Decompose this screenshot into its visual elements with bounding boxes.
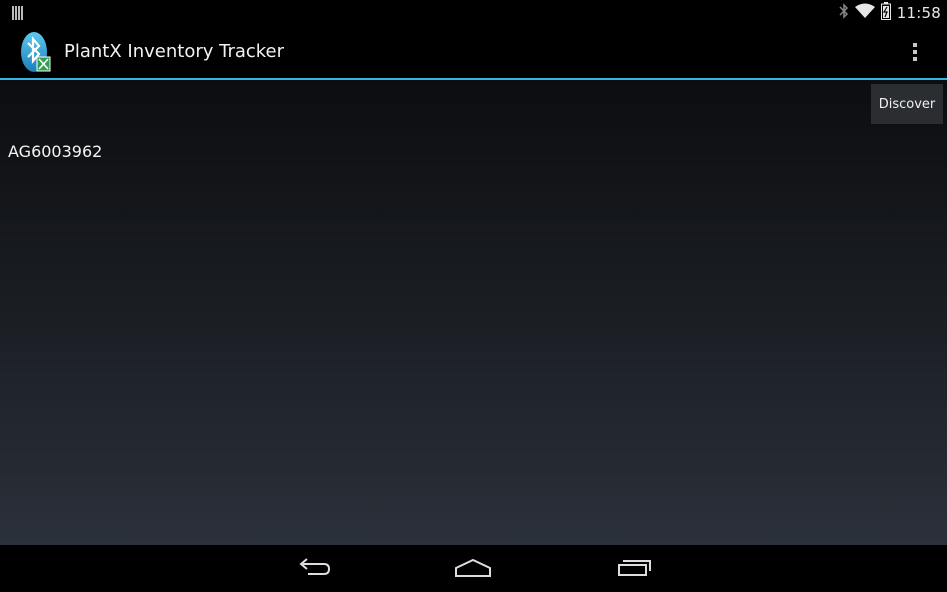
status-bar: 11:58 [0,0,947,25]
bluetooth-icon [839,2,849,23]
status-icons: 11:58 [839,0,941,25]
home-icon[interactable] [454,555,492,585]
wifi-icon [854,3,875,23]
discover-button[interactable]: Discover [871,84,943,124]
bluetooth-app-icon[interactable] [19,31,53,79]
recents-icon[interactable] [616,555,652,585]
device-list-item[interactable]: AG6003962 [8,142,102,161]
status-clock: 11:58 [896,3,941,22]
back-icon[interactable] [296,555,332,585]
main-content: Discover AG6003962 [0,80,947,545]
android-screen: 11:58 PlantX Inventory Tracker Discover … [0,0,947,592]
app-title: PlantX Inventory Tracker [64,41,285,62]
overflow-menu-icon[interactable] [903,40,927,64]
notification-icon [12,5,24,24]
navigation-bar [0,545,947,592]
action-bar: PlantX Inventory Tracker [0,25,947,78]
battery-icon [880,1,891,24]
